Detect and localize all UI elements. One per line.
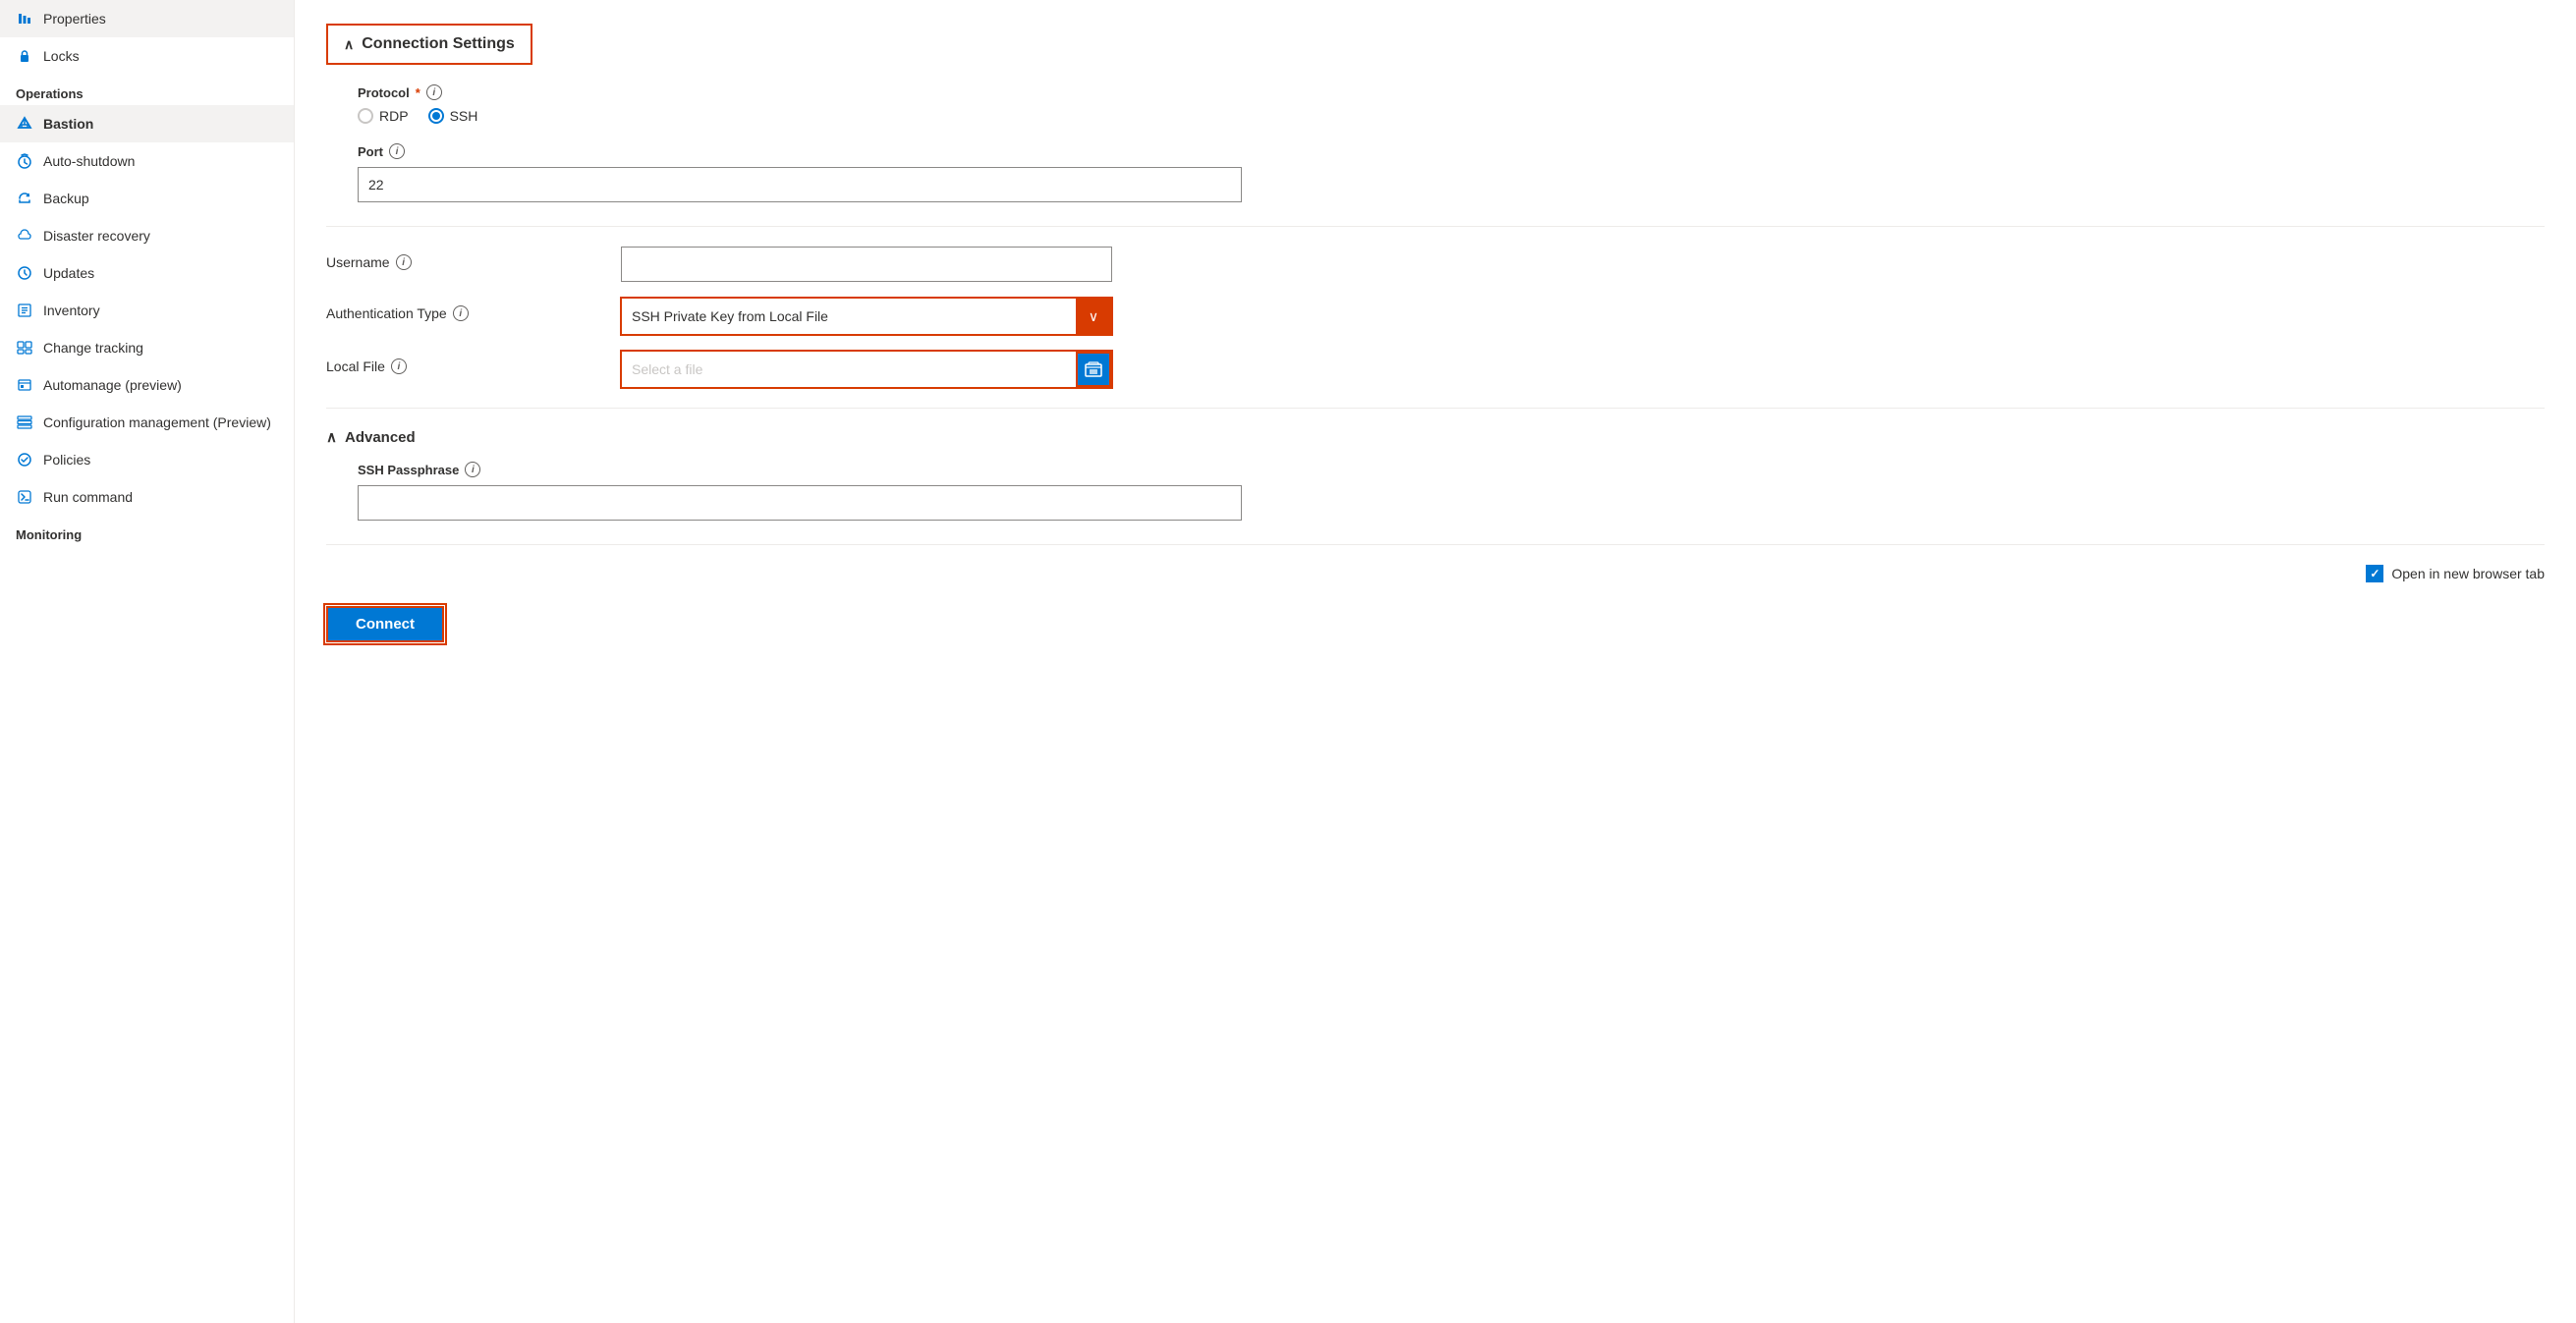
sidebar: Properties Locks Operations Bastion: [0, 0, 295, 1323]
bastion-icon: [16, 115, 33, 133]
sidebar-item-properties-label: Properties: [43, 11, 106, 27]
sidebar-item-change-tracking[interactable]: Change tracking: [0, 329, 294, 366]
sidebar-item-inventory[interactable]: Inventory: [0, 292, 294, 329]
connect-button[interactable]: Connect: [326, 606, 444, 642]
bars-icon: [16, 10, 33, 28]
run-icon: [16, 488, 33, 506]
file-browse-button[interactable]: [1076, 352, 1111, 387]
sidebar-item-backup-label: Backup: [43, 191, 89, 206]
port-label: Port i: [358, 143, 2545, 159]
protocol-radio-group: RDP SSH: [358, 108, 2545, 124]
sidebar-item-run-command[interactable]: Run command: [0, 478, 294, 516]
ssh-label: SSH: [450, 108, 478, 124]
monitoring-section-label: Monitoring: [0, 516, 294, 546]
lock-icon: [16, 47, 33, 65]
port-info-icon[interactable]: i: [389, 143, 405, 159]
port-input-wrapper: [358, 167, 1242, 202]
auth-type-chevron-icon[interactable]: ∨: [1076, 299, 1111, 334]
username-label: Username i: [326, 247, 601, 270]
collapse-icon[interactable]: ∧: [344, 36, 354, 53]
open-new-tab-checkbox[interactable]: [2366, 565, 2383, 582]
local-file-info-icon[interactable]: i: [391, 358, 407, 374]
sidebar-item-auto-shutdown[interactable]: Auto-shutdown: [0, 142, 294, 180]
auth-type-dropdown[interactable]: ∨: [621, 298, 1112, 335]
local-file-placeholder: Select a file: [622, 352, 1076, 387]
sidebar-item-bastion[interactable]: Bastion: [0, 105, 294, 142]
sidebar-item-policies[interactable]: Policies: [0, 441, 294, 478]
advanced-chevron-icon: ∧: [326, 428, 337, 446]
sidebar-item-config-management[interactable]: Configuration management (Preview): [0, 404, 294, 441]
sidebar-item-run-command-label: Run command: [43, 489, 133, 505]
local-file-label: Local File i: [326, 351, 601, 374]
local-file-input-wrapper: Select a file: [621, 351, 1112, 388]
required-marker: *: [416, 85, 420, 100]
connect-button-wrapper: Connect: [326, 606, 2545, 642]
sidebar-item-updates-label: Updates: [43, 265, 94, 281]
clock-icon: [16, 152, 33, 170]
sidebar-item-policies-label: Policies: [43, 452, 90, 468]
automanage-icon: [16, 376, 33, 394]
ssh-passphrase-group: SSH Passphrase i: [326, 462, 2545, 521]
auth-type-label: Authentication Type i: [326, 298, 601, 321]
username-info-icon[interactable]: i: [396, 254, 412, 270]
auth-type-row: Authentication Type i ∨: [326, 298, 2545, 335]
auth-type-input[interactable]: [622, 299, 1076, 334]
sidebar-item-inventory-label: Inventory: [43, 303, 100, 318]
local-file-row: Local File i Select a file: [326, 351, 2545, 388]
username-input[interactable]: [621, 247, 1112, 282]
main-content: ∧ Connection Settings Protocol * i RDP S…: [295, 0, 2576, 1323]
disaster-icon: [16, 227, 33, 245]
local-file-control: Select a file: [621, 351, 2545, 388]
sidebar-item-disaster-recovery-label: Disaster recovery: [43, 228, 150, 244]
connection-settings-header: ∧ Connection Settings: [326, 24, 532, 65]
sidebar-item-automanage-label: Automanage (preview): [43, 377, 182, 393]
open-new-tab-label: Open in new browser tab: [2391, 566, 2545, 581]
sidebar-item-locks[interactable]: Locks: [0, 37, 294, 75]
ssh-radio[interactable]: [428, 108, 444, 124]
sidebar-item-backup[interactable]: Backup: [0, 180, 294, 217]
config-icon: [16, 413, 33, 431]
operations-section-label: Operations: [0, 75, 294, 105]
ssh-passphrase-info-icon[interactable]: i: [465, 462, 480, 477]
protocol-rdp-option[interactable]: RDP: [358, 108, 409, 124]
ssh-passphrase-label: SSH Passphrase i: [358, 462, 2545, 477]
sidebar-item-auto-shutdown-label: Auto-shutdown: [43, 153, 135, 169]
rdp-label: RDP: [379, 108, 409, 124]
username-control: [621, 247, 2545, 282]
divider-1: [326, 226, 2545, 227]
open-new-tab-row: Open in new browser tab: [326, 565, 2545, 582]
protocol-label: Protocol * i: [358, 84, 2545, 100]
auth-type-info-icon[interactable]: i: [453, 305, 469, 321]
sidebar-item-config-management-label: Configuration management (Preview): [43, 414, 271, 430]
policies-icon: [16, 451, 33, 469]
sidebar-item-change-tracking-label: Change tracking: [43, 340, 143, 356]
bottom-actions: Open in new browser tab Connect: [326, 565, 2545, 642]
change-icon: [16, 339, 33, 357]
rdp-radio[interactable]: [358, 108, 373, 124]
sidebar-item-bastion-label: Bastion: [43, 116, 93, 132]
ssh-passphrase-input[interactable]: [358, 485, 1242, 521]
sidebar-item-disaster-recovery[interactable]: Disaster recovery: [0, 217, 294, 254]
divider-3: [326, 544, 2545, 545]
sidebar-item-locks-label: Locks: [43, 48, 80, 64]
updates-icon: [16, 264, 33, 282]
protocol-ssh-option[interactable]: SSH: [428, 108, 478, 124]
backup-icon: [16, 190, 33, 207]
username-row: Username i: [326, 247, 2545, 282]
protocol-info-icon[interactable]: i: [426, 84, 442, 100]
divider-2: [326, 408, 2545, 409]
port-input[interactable]: [358, 167, 1242, 202]
auth-type-control: ∨: [621, 298, 2545, 335]
advanced-header[interactable]: ∧ Advanced: [326, 428, 2545, 446]
sidebar-item-automanage[interactable]: Automanage (preview): [0, 366, 294, 404]
sidebar-item-properties[interactable]: Properties: [0, 0, 294, 37]
inventory-icon: [16, 302, 33, 319]
connection-settings-title: Connection Settings: [362, 35, 515, 53]
sidebar-item-updates[interactable]: Updates: [0, 254, 294, 292]
advanced-title: Advanced: [345, 429, 416, 446]
